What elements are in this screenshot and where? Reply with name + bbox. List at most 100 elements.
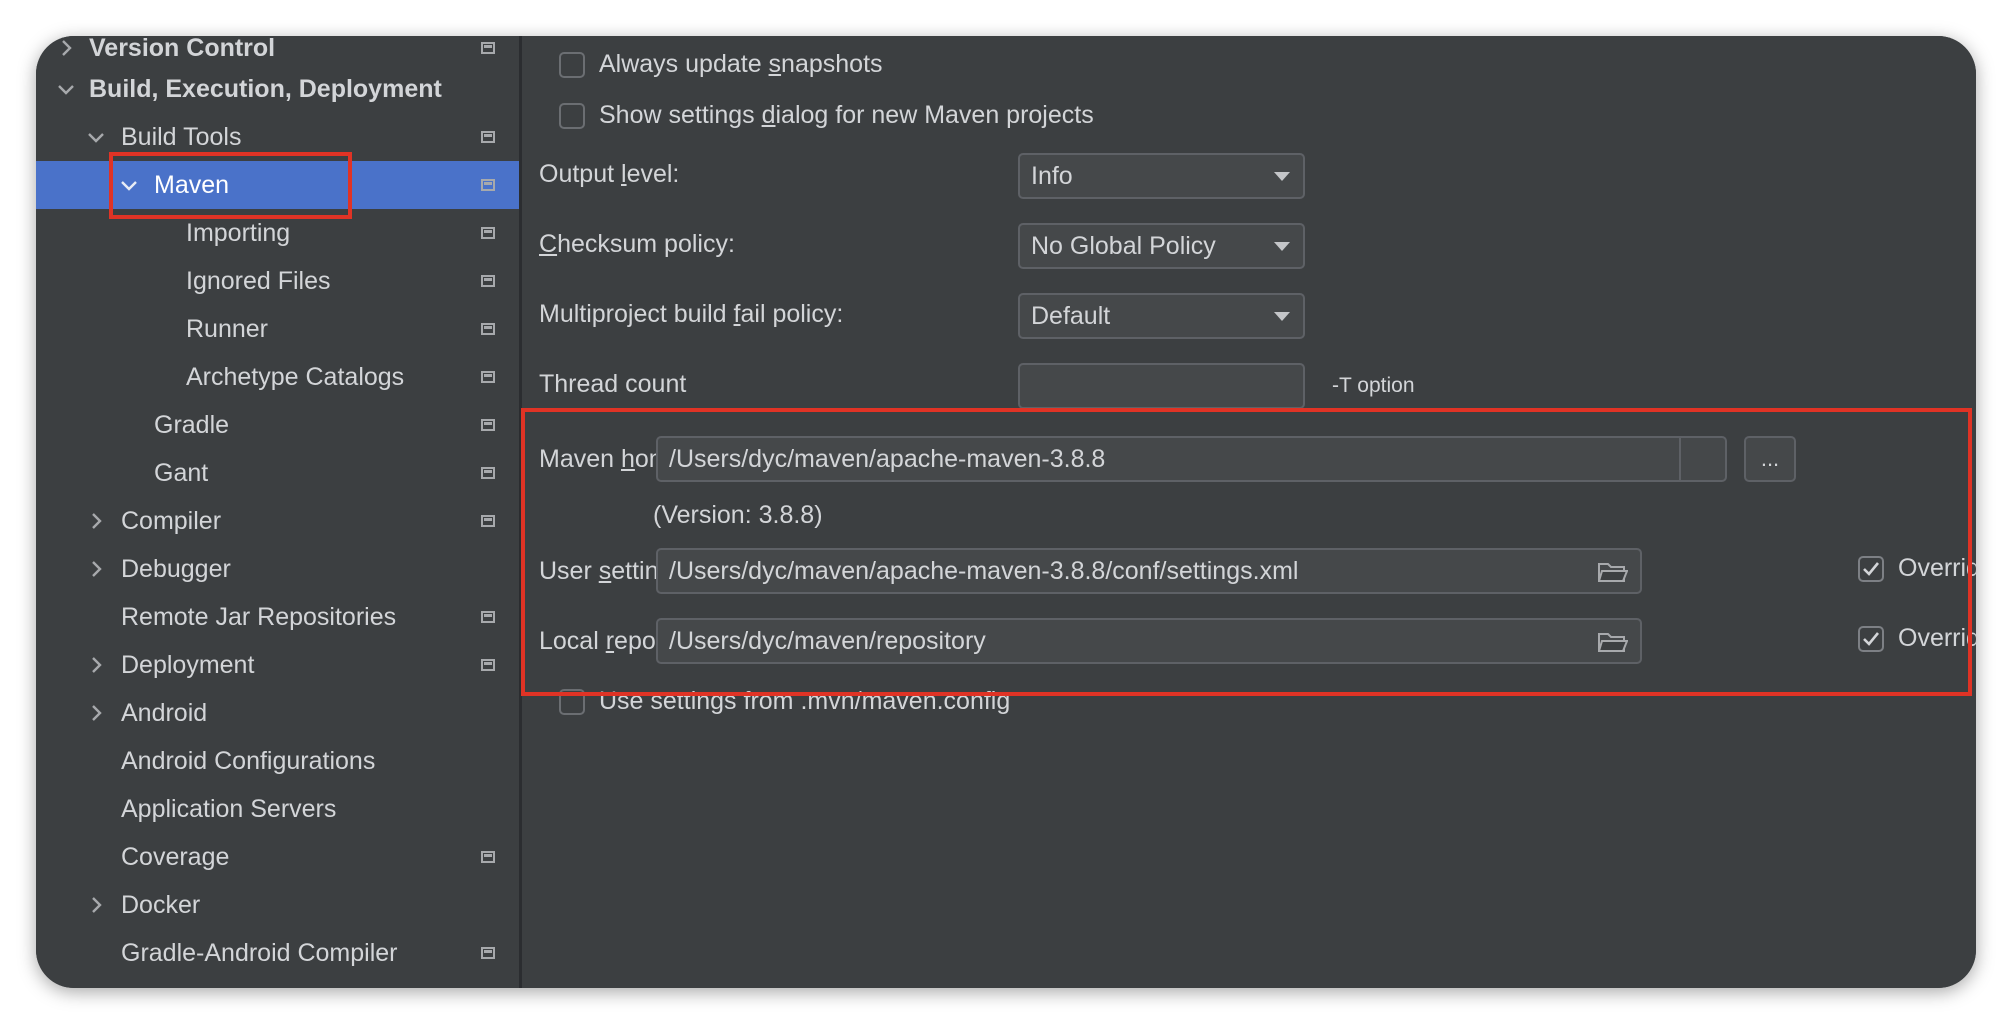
maven-version-label: (Version: 3.8.8) (653, 501, 823, 529)
chevron-right-icon[interactable] (86, 511, 106, 531)
dropdown-arrow-icon (1274, 172, 1290, 181)
check-icon (1863, 561, 1880, 576)
tree-item-maven[interactable]: Maven (36, 161, 519, 209)
show-settings-dialog-checkbox[interactable] (559, 102, 585, 129)
output-level-label: Output level: (539, 160, 680, 188)
override-label: Override (1898, 554, 1976, 582)
tree-item-label: Android (121, 698, 208, 727)
project-scope-icon (481, 42, 495, 54)
project-scope-icon (481, 275, 495, 287)
tree-item-label: Compiler (121, 506, 222, 535)
tree-item-label: Application Servers (121, 794, 337, 823)
maven-home-value: /Users/dyc/maven/apache-maven-3.8.8 (669, 444, 1106, 473)
tree-item-ignored-files[interactable]: Ignored Files (36, 257, 519, 305)
local-repository-override-row[interactable]: Override (1858, 624, 1976, 653)
chevron-down-icon[interactable] (119, 175, 139, 195)
check-icon (1863, 631, 1880, 646)
tree-item-label: Gant (154, 458, 209, 487)
maven-home-browse-button[interactable]: ... (1744, 436, 1796, 482)
tree-item-android[interactable]: Android (36, 689, 519, 737)
thread-count-hint: -T option (1332, 374, 1415, 397)
project-scope-icon (481, 419, 495, 431)
tree-item-label: Remote Jar Repositories (121, 602, 397, 631)
thread-count-input[interactable] (1018, 363, 1305, 409)
chevron-right-icon[interactable] (86, 559, 106, 579)
project-scope-icon (481, 515, 495, 527)
tree-item-label: Maven (154, 170, 230, 199)
chevron-right-icon[interactable] (86, 703, 106, 723)
tree-item-coverage[interactable]: Coverage (36, 833, 519, 881)
user-settings-input[interactable]: /Users/dyc/maven/apache-maven-3.8.8/conf… (656, 548, 1642, 594)
always-update-snapshots-checkbox[interactable] (559, 51, 585, 78)
user-settings-override-row[interactable]: Override (1858, 554, 1976, 583)
project-scope-icon (481, 611, 495, 623)
tree-item-label: Importing (186, 218, 291, 247)
project-scope-icon (481, 659, 495, 671)
tree-item-runner[interactable]: Runner (36, 305, 519, 353)
tree-item-label: Ignored Files (186, 266, 331, 295)
project-scope-icon (481, 323, 495, 335)
use-mvn-config-label: Use settings from .mvn/maven.config (599, 687, 1011, 715)
project-scope-icon (481, 131, 495, 143)
tree-item-gant[interactable]: Gant (36, 449, 519, 497)
project-scope-icon (481, 227, 495, 239)
folder-icon[interactable] (1597, 561, 1629, 583)
tree-item-build-execution-deployment[interactable]: Build, Execution, Deployment (36, 65, 519, 113)
tree-item-label: Android Configurations (121, 746, 376, 775)
dropdown-value: Default (1031, 301, 1111, 330)
tree-item-compiler[interactable]: Compiler (36, 497, 519, 545)
tree-item-label: Archetype Catalogs (186, 362, 405, 391)
tree-item-label: Coverage (121, 842, 230, 871)
tree-item-label: Gradle-Android Compiler (121, 938, 398, 967)
always-update-snapshots-row[interactable]: Always update snapshots (559, 50, 883, 79)
tree-item-label: Deployment (121, 650, 255, 679)
dropdown-arrow-icon (1274, 312, 1290, 321)
tree-item-build-tools[interactable]: Build Tools (36, 113, 519, 161)
tree-item-label: Docker (121, 890, 201, 919)
tree-item-label: Build Tools (121, 122, 242, 151)
local-repository-override-checkbox[interactable] (1858, 625, 1884, 652)
output-level-dropdown[interactable]: Info (1018, 153, 1305, 199)
local-repository-input[interactable]: /Users/dyc/maven/repository (656, 618, 1642, 664)
checksum-policy-label: Checksum policy: (539, 230, 735, 258)
multiproject-fail-policy-dropdown[interactable]: Default (1018, 293, 1305, 339)
tree-item-importing[interactable]: Importing (36, 209, 519, 257)
tree-item-archetype-catalogs[interactable]: Archetype Catalogs (36, 353, 519, 401)
maven-settings-panel: Always update snapshots Show settings di… (522, 36, 1976, 988)
dropdown-arrow-icon (1274, 242, 1290, 251)
chevron-right-icon[interactable] (56, 38, 76, 58)
always-update-snapshots-label: Always update snapshots (599, 50, 883, 78)
combo-divider (1679, 438, 1681, 480)
use-mvn-config-row[interactable]: Use settings from .mvn/maven.config (559, 687, 1010, 716)
tree-item-label: Gradle (154, 410, 230, 439)
chevron-right-icon[interactable] (86, 655, 106, 675)
tree-item-android-configurations[interactable]: Android Configurations (36, 737, 519, 785)
project-scope-icon (481, 371, 495, 383)
user-settings-override-checkbox[interactable] (1858, 555, 1884, 582)
override-label: Override (1898, 624, 1976, 652)
tree-item-docker[interactable]: Docker (36, 881, 519, 929)
tree-item-gradle[interactable]: Gradle (36, 401, 519, 449)
project-scope-icon (481, 947, 495, 959)
tree-item-label: Version Control (89, 36, 276, 62)
use-mvn-config-checkbox[interactable] (559, 688, 585, 715)
project-scope-icon (481, 179, 495, 191)
project-scope-icon (481, 467, 495, 479)
tree-item-label: Debugger (121, 554, 231, 583)
tree-item-debugger[interactable]: Debugger (36, 545, 519, 593)
dropdown-value: Info (1031, 161, 1073, 190)
maven-home-combo[interactable]: /Users/dyc/maven/apache-maven-3.8.8 (656, 436, 1727, 482)
tree-item-deployment[interactable]: Deployment (36, 641, 519, 689)
folder-icon[interactable] (1597, 631, 1629, 653)
dropdown-value: No Global Policy (1031, 231, 1216, 260)
chevron-down-icon[interactable] (86, 127, 106, 147)
chevron-right-icon[interactable] (86, 895, 106, 915)
thread-count-label: Thread count (539, 370, 687, 398)
checksum-policy-dropdown[interactable]: No Global Policy (1018, 223, 1305, 269)
tree-item-gradle-android-compiler[interactable]: Gradle-Android Compiler (36, 929, 519, 977)
show-settings-dialog-row[interactable]: Show settings dialog for new Maven proje… (559, 101, 1094, 130)
settings-window: Version Control Build, Execution, Deploy… (36, 36, 1976, 988)
tree-item-remote-jar-repositories[interactable]: Remote Jar Repositories (36, 593, 519, 641)
chevron-down-icon[interactable] (56, 79, 76, 99)
tree-item-application-servers[interactable]: Application Servers (36, 785, 519, 833)
